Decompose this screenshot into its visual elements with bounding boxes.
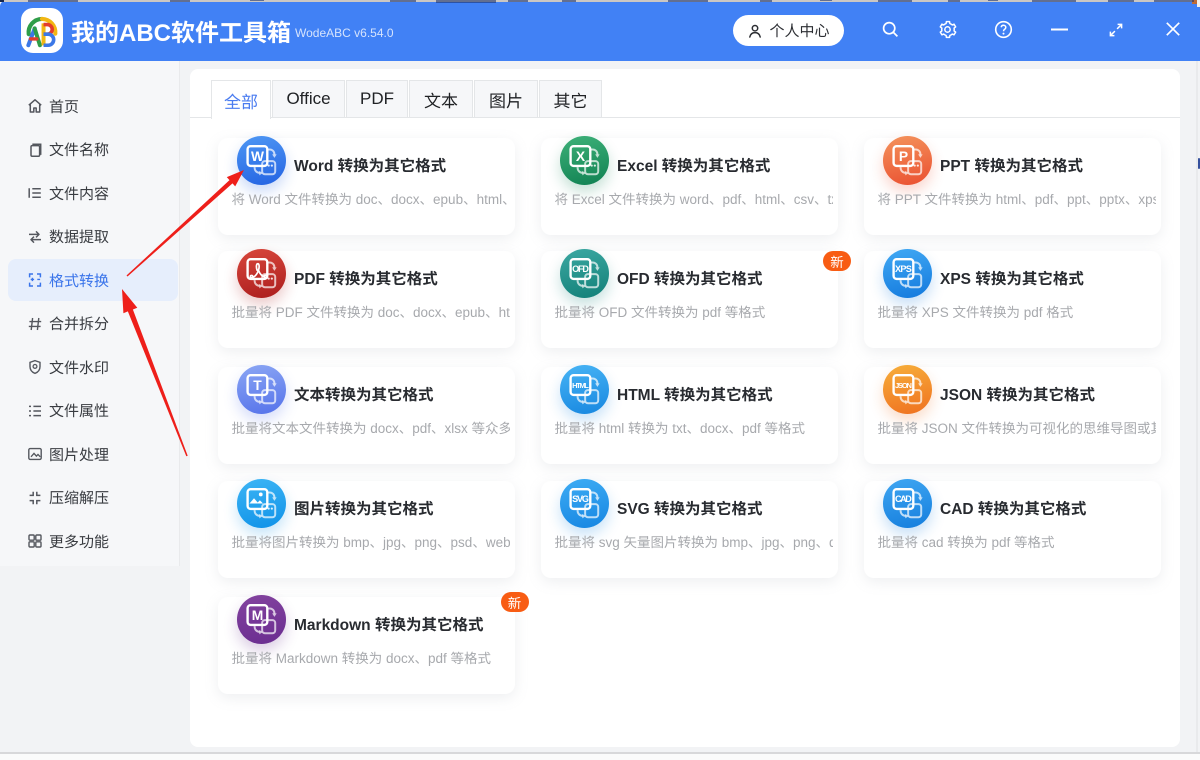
svg-text:P: P <box>899 148 908 164</box>
svg-text:SVG: SVG <box>572 494 589 504</box>
svg-text:XPS: XPS <box>895 264 912 274</box>
svg-text:M: M <box>252 607 264 623</box>
svg-text:X: X <box>576 148 586 164</box>
svg-text:OFD: OFD <box>572 264 589 274</box>
svg-text:CAD: CAD <box>895 494 912 504</box>
svg-text:JSON: JSON <box>895 381 912 390</box>
svg-text:T: T <box>253 377 262 393</box>
svg-text:HTML: HTML <box>572 381 589 390</box>
